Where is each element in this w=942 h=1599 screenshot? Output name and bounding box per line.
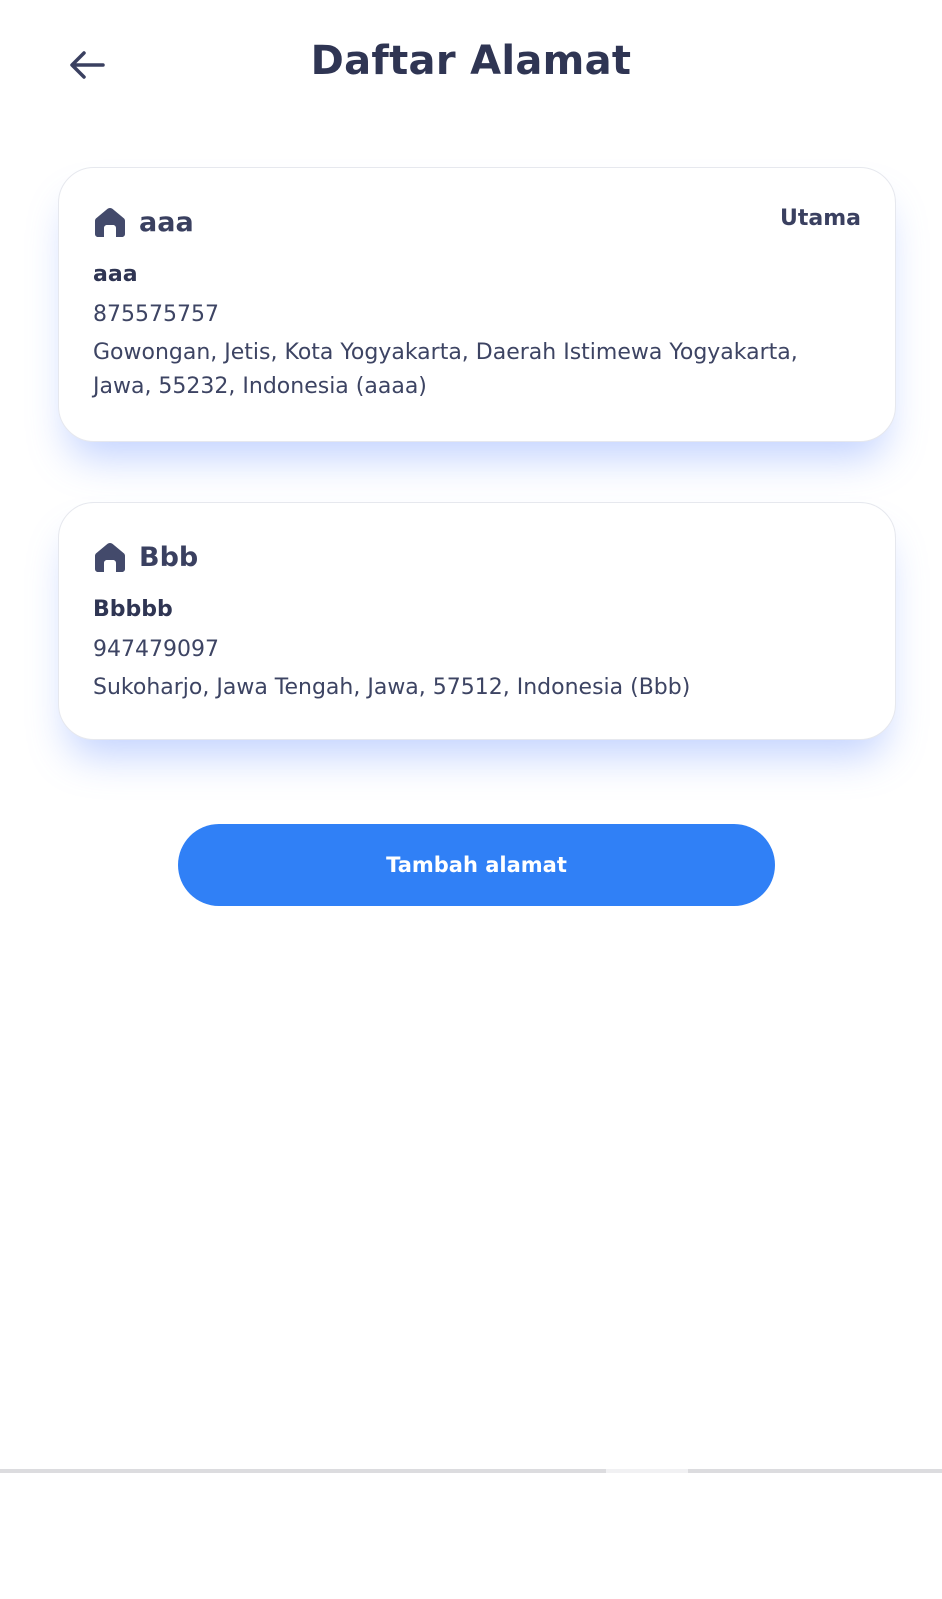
address-card-header: aaa (93, 202, 194, 242)
phone-number: 875575757 (93, 302, 219, 327)
address-label: Bbb (139, 541, 199, 573)
recipient-name: aaa (93, 262, 138, 287)
address-text: Sukoharjo, Jawa Tengah, Jawa, 57512, Ind… (93, 675, 691, 700)
page-title: Daftar Alamat (310, 38, 632, 84)
address-text: Gowongan, Jetis, Kota Yogyakarta, Daerah… (93, 340, 798, 399)
address-card-header: Bbb (93, 537, 198, 577)
phone-number: 947479097 (93, 637, 219, 662)
address-card-bbb[interactable]: Bbb Bbbbb 947479097 Sukoharjo, Jawa Teng… (58, 502, 896, 740)
home-icon (95, 208, 125, 237)
header-bar: Daftar Alamat (0, 0, 942, 125)
bottom-divider (0, 1469, 942, 1473)
home-indicator (606, 1469, 688, 1473)
add-address-button[interactable]: Tambah alamat (178, 824, 775, 906)
home-icon (95, 543, 125, 572)
primary-badge: Utama (780, 206, 861, 231)
address-label: aaa (139, 206, 194, 238)
recipient-name: Bbbbb (93, 597, 173, 622)
address-card-aaa[interactable]: aaa Utama aaa 875575757 Gowongan, Jetis,… (58, 167, 896, 442)
